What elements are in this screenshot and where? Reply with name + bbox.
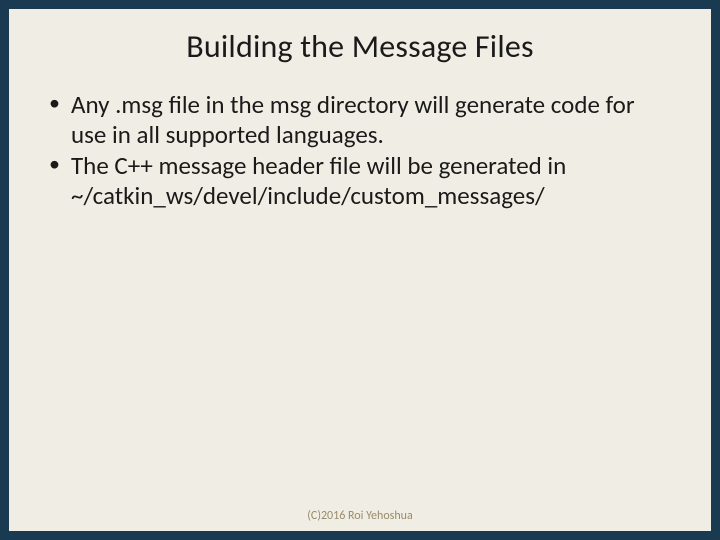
slide-title: Building the Message Files [9, 27, 711, 66]
slide-footer: (C)2016 Roi Yehoshua [9, 509, 711, 523]
slide-container: Building the Message Files Any .msg file… [9, 9, 711, 531]
list-item: The C++ message header file will be gene… [45, 151, 675, 210]
list-item: Any .msg file in the msg directory will … [45, 90, 675, 149]
slide-content: Any .msg file in the msg directory will … [9, 90, 711, 210]
bullet-list: Any .msg file in the msg directory will … [45, 90, 675, 210]
